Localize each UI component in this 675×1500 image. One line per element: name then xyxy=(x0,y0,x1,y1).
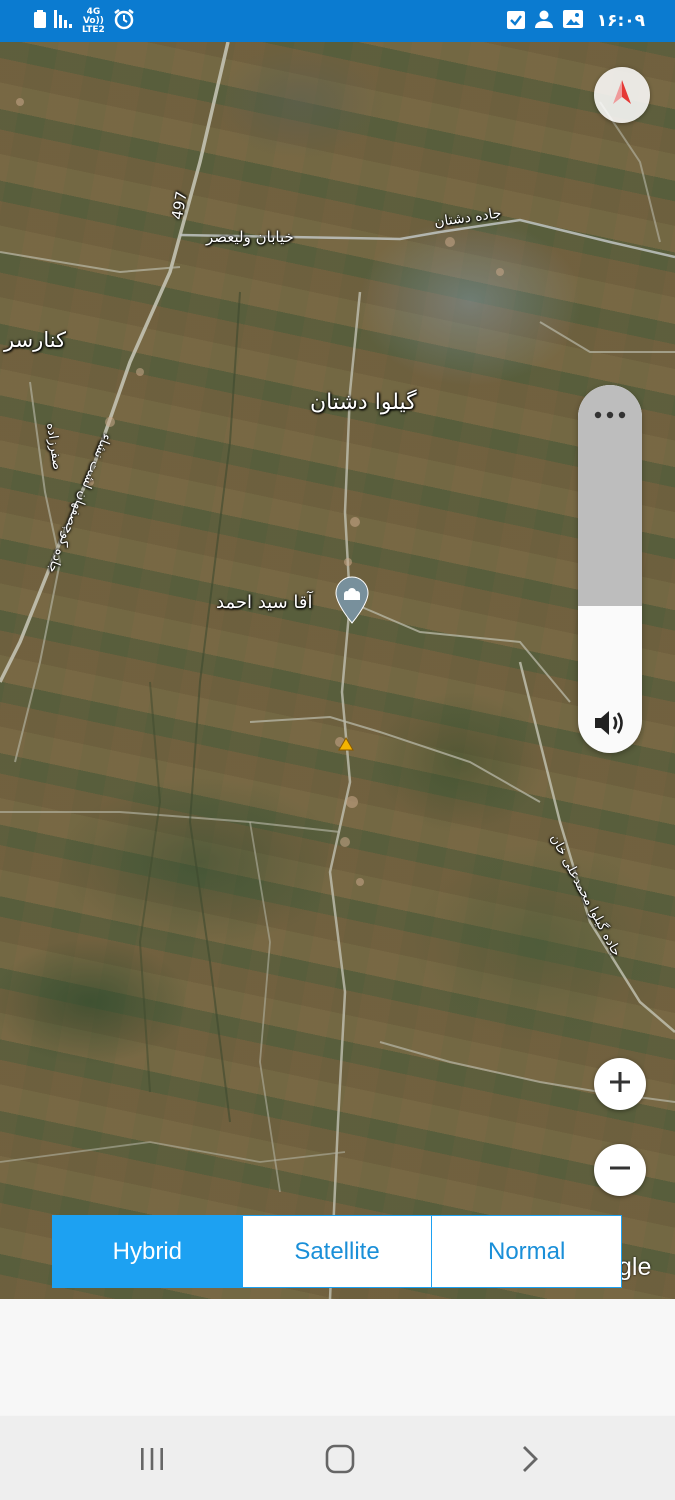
clock-time: ۱۶:۰۹ xyxy=(596,11,645,31)
map-type-selector[interactable]: Hybrid Satellite Normal xyxy=(52,1215,622,1288)
volume-panel[interactable] xyxy=(578,385,642,753)
alarm-icon xyxy=(113,8,135,34)
minus-icon xyxy=(609,1157,631,1183)
map-type-satellite-button[interactable]: Satellite xyxy=(242,1216,433,1287)
status-bar: 4G Vo)) LTE2 ۱۶:۰۹ xyxy=(0,0,675,42)
system-nav-bar xyxy=(0,1416,675,1500)
zoom-out-button[interactable] xyxy=(594,1144,646,1196)
zoom-in-button[interactable] xyxy=(594,1058,646,1110)
gilva-dashtan-label: گیلوا دشتان xyxy=(310,390,417,415)
speaker-icon[interactable] xyxy=(578,703,642,743)
lte2-text: LTE2 xyxy=(82,24,105,35)
map-view[interactable]: 497 خیابان ولیعصر جاده دشتان کنارسر گیلو… xyxy=(0,42,675,1299)
image-icon xyxy=(562,10,583,32)
compass-icon xyxy=(609,78,635,112)
more-dots-icon[interactable] xyxy=(578,397,642,433)
konarsar-label: کنارسر xyxy=(4,328,67,352)
map-type-normal-button[interactable]: Normal xyxy=(432,1216,622,1287)
location-marker-icon xyxy=(337,736,355,758)
mosque-pin-icon[interactable] xyxy=(334,576,370,628)
map-type-hybrid-button[interactable]: Hybrid xyxy=(53,1216,243,1287)
task-check-icon xyxy=(506,9,525,33)
network-type-label: 4G Vo)) LTE2 xyxy=(82,7,105,35)
road-network xyxy=(0,42,675,1299)
recent-apps-icon[interactable] xyxy=(122,1442,182,1476)
empty-content-area xyxy=(0,1299,675,1415)
plus-icon xyxy=(609,1071,631,1097)
google-attribution: gle xyxy=(618,1253,652,1281)
back-icon[interactable] xyxy=(500,1442,560,1476)
battery-icon xyxy=(34,10,46,32)
compass-button[interactable] xyxy=(594,67,650,123)
person-icon xyxy=(534,10,553,32)
home-icon[interactable] xyxy=(310,1442,370,1476)
signal-icon xyxy=(54,10,74,32)
vali-asr-street-label: خیابان ولیعصر xyxy=(206,228,294,246)
aqa-seyed-ahmad-label: آقا سید احمد xyxy=(216,592,313,613)
